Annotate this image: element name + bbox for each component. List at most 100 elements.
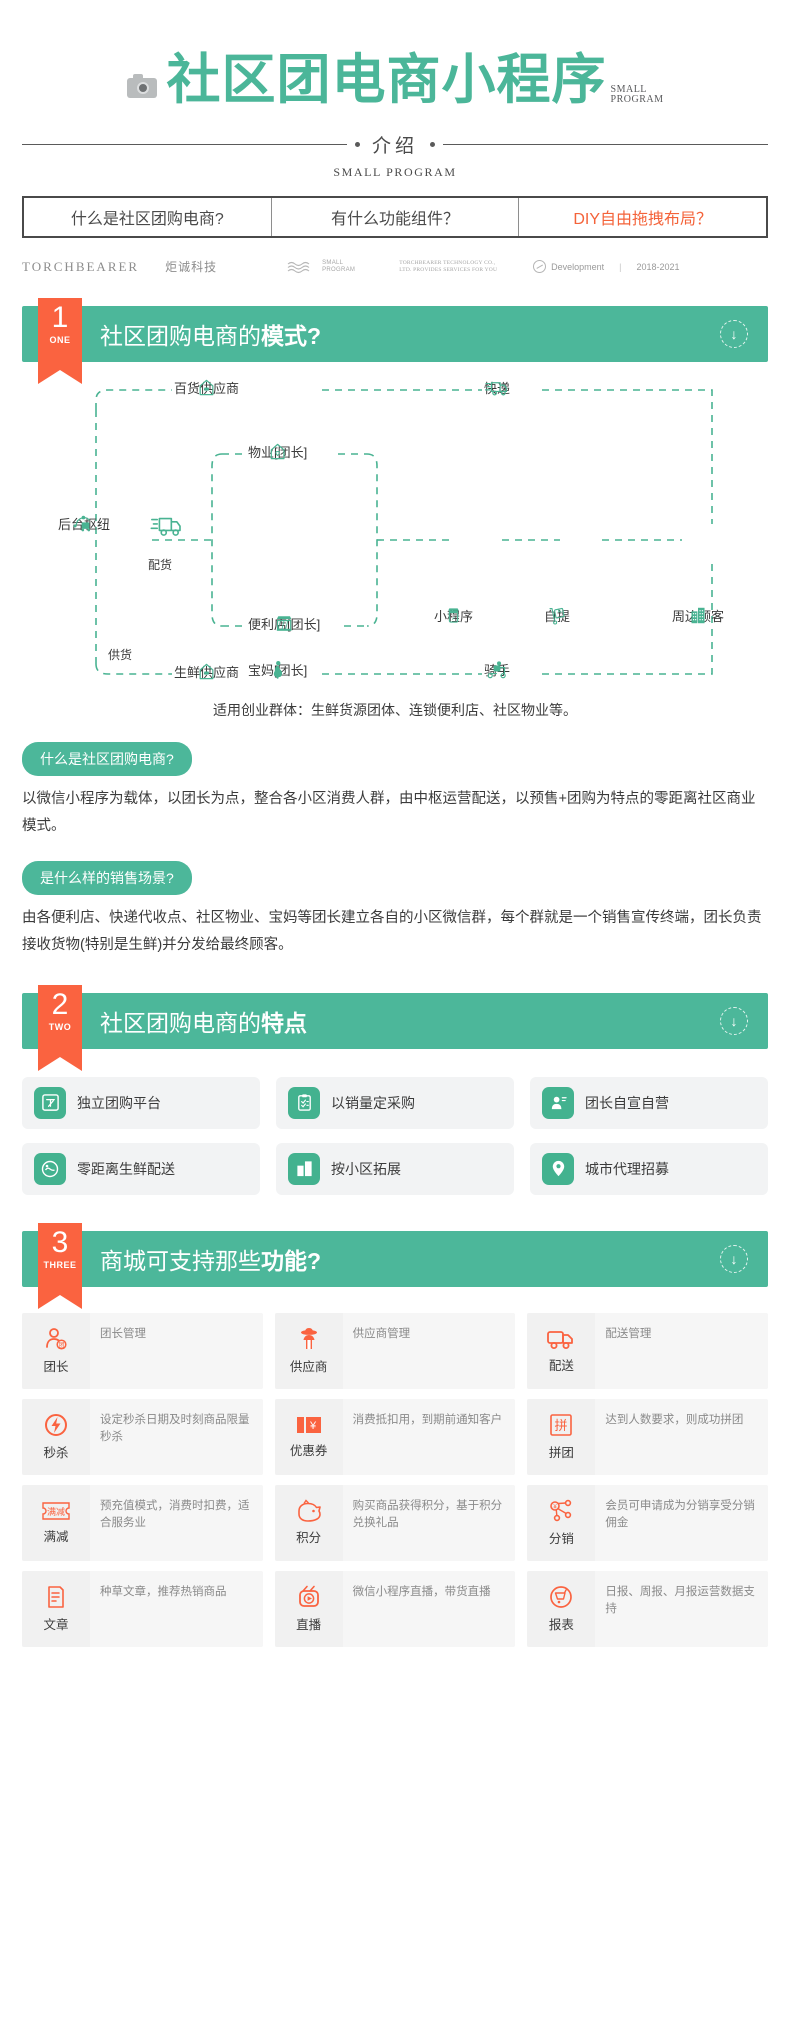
divider-dot-right	[430, 141, 436, 147]
shop-icon	[276, 615, 292, 631]
function-cell-tuanzhang[interactable]: 团 团长 团长管理	[22, 1312, 263, 1389]
section-arrow-2[interactable]: ↓	[720, 1006, 748, 1035]
function-name: 配送	[548, 1359, 574, 1374]
function-cell-delivery[interactable]: 配送 配送管理	[527, 1312, 768, 1389]
section-number-en-2: TWO	[48, 1021, 72, 1032]
feature-label: 团长自宣自营	[585, 1094, 669, 1111]
page-title: 社区团电商小程序 SMALL PROGRAM	[167, 52, 664, 109]
function-cell-points[interactable]: 积分 购买商品获得积分，基于积分兑换礼品	[274, 1484, 516, 1561]
function-icon-box: 直播	[274, 1570, 343, 1647]
flow-caption: 适用创业群体：生鲜货源团体、连锁便利店、社区物业等。	[213, 701, 577, 718]
function-desc: 设定秒杀日期及时刻商品限量秒杀	[100, 1413, 250, 1444]
function-icon-box: 报表	[527, 1570, 596, 1647]
truck-icon	[484, 381, 508, 396]
function-name: 报表	[548, 1618, 574, 1633]
feature-label: 城市代理招募	[585, 1160, 669, 1177]
question-cell-3[interactable]: DIY自由拖拽布局？	[518, 197, 766, 236]
section-arrow-1[interactable]: ↓	[720, 319, 748, 348]
compass-icon	[533, 260, 547, 274]
function-name: 供应商	[289, 1360, 328, 1375]
function-name: 直播	[296, 1618, 322, 1633]
section-header-3: 3 THREE 商城可支持那些功能? ↓	[22, 1222, 768, 1309]
function-icon-box: 供应商	[274, 1312, 343, 1389]
camera-icon	[126, 74, 157, 98]
flow-edge-label-supply: 供货	[108, 647, 133, 662]
function-desc: 消费抵扣用，到期前通知客户	[352, 1413, 503, 1426]
brandbar-separator: |	[619, 261, 622, 272]
function-cell-article[interactable]: 文章 种草文章，推荐热销商品	[22, 1570, 263, 1647]
poster-page: 社区团电商小程序 SMALL PROGRAM 介绍 SMALL PROGRAM 什么…	[0, 0, 790, 2030]
building-icon	[691, 607, 705, 623]
feature-label: 零距离生鲜配送	[77, 1160, 175, 1177]
feature-card-6[interactable]: 城市代理招募	[530, 1142, 768, 1195]
section-number-en-3: THREE	[43, 1259, 77, 1270]
function-cell-group[interactable]: 拼 拼团 达到人数要求，则成功拼团	[527, 1398, 768, 1475]
svg-text:拼: 拼	[555, 1418, 568, 1433]
function-desc: 配送管理	[605, 1327, 652, 1340]
function-cell-coupon[interactable]: ¥ 优惠券 消费抵扣用，到期前通知客户	[274, 1398, 516, 1475]
flow-node-express: 快递	[484, 378, 510, 397]
title-superscript: SMALL PROGRAM	[610, 83, 664, 105]
section-arrow-3[interactable]: ↓	[720, 1244, 748, 1273]
subtitle-english: SMALL PROGRAM	[333, 164, 457, 179]
feature-card-4[interactable]: 零距离生鲜配送	[22, 1142, 260, 1195]
feature-card-1[interactable]: 独立团购平台	[22, 1076, 260, 1129]
question-bar: 什么是社区团购电商? 有什么功能组件？ DIY自由拖拽布局？	[22, 195, 768, 238]
section-title-2: 社区团购电商的特点	[100, 1009, 307, 1036]
flow-node-selfpickup: 自提	[544, 606, 570, 625]
function-name: 分销	[548, 1532, 574, 1547]
scooter-icon	[487, 661, 506, 678]
section-divider: 介绍	[22, 131, 769, 158]
function-cell-report[interactable]: 报表 日报、周报、月报运营数据支持	[527, 1570, 768, 1647]
section-badge-3: 3 THREE	[38, 1222, 82, 1309]
cart-box-icon	[549, 607, 565, 625]
function-name: 满减	[43, 1530, 69, 1545]
function-cell-live[interactable]: 直播 微信小程序直播，带货直播	[274, 1570, 516, 1647]
feature-label: 独立团购平台	[77, 1094, 161, 1111]
brand-name-cn: 炬诚科技	[165, 260, 218, 275]
section-number-en-1: ONE	[49, 334, 71, 345]
feature-card-5[interactable]: 按小区拓展	[276, 1142, 514, 1195]
function-cell-distribution[interactable]: ¥ 分销 会员可申请成为分销享受分销佣金	[527, 1484, 768, 1561]
function-icon-box: 团 团长	[22, 1312, 90, 1389]
delivery-truck-icon	[150, 517, 181, 536]
section-badge-1: 1 ONE	[38, 297, 82, 384]
function-cell-seckill[interactable]: 秒杀 设定秒杀日期及时刻商品限量秒杀	[22, 1398, 263, 1475]
coupon-icon: ¥	[296, 1417, 321, 1434]
feature-label: 以销量定采购	[331, 1094, 415, 1111]
section-number-2: 2	[51, 987, 69, 1021]
qa-body-1: 以微信小程序为载体，以团长为点，整合各小区消费人群，由中枢运营配送，以预售+团购…	[22, 790, 756, 834]
function-name: 秒杀	[43, 1446, 69, 1461]
question-cell-1[interactable]: 什么是社区团购电商?	[24, 198, 271, 236]
function-desc: 供应商管理	[352, 1327, 411, 1340]
building-icon	[288, 1152, 320, 1185]
location-user-icon	[542, 1152, 574, 1185]
user-card-icon	[542, 1086, 574, 1119]
question-cell-2[interactable]: 有什么功能组件？	[270, 197, 519, 236]
store-icon	[199, 663, 214, 679]
flow-edge-label-distribute: 配货	[148, 557, 173, 572]
feature-card-2[interactable]: 以销量定采购	[276, 1076, 514, 1129]
feature-label: 按小区拓展	[331, 1160, 401, 1177]
function-desc: 达到人数要求，则成功拼团	[605, 1413, 744, 1426]
delivery-hand-icon	[34, 1152, 66, 1185]
wave-logo-text: SMALL PROGRAM	[322, 259, 356, 273]
qa-body-2: 由各便利店、快递代收点、社区物业、宝妈等团长建立各自的小区微信群，每个群就是一个…	[22, 910, 762, 954]
manjian-icon: 满减	[42, 1502, 70, 1521]
house-icon	[199, 379, 214, 395]
function-cell-supplier[interactable]: 供应商 供应商管理	[274, 1312, 516, 1389]
function-icon-box: 配送	[527, 1312, 596, 1389]
clipboard-check-icon	[288, 1086, 320, 1119]
feature-grid: 独立团购平台 以销量定采购 团长自宣自营 零距离生鲜配送 按小区拓展 城市代理招…	[22, 1076, 768, 1195]
wave-icon	[287, 261, 310, 273]
svg-text:团: 团	[58, 1342, 64, 1349]
feature-card-3[interactable]: 团长自宣自营	[530, 1076, 768, 1129]
section-header-2: 2 TWO 社区团购电商的特点 ↓	[22, 984, 768, 1071]
function-cell-manjian[interactable]: 满减 满减 预充值模式，消费时扣费，适合服务业	[22, 1484, 263, 1561]
brand-name-en: TORCHBEARER	[22, 258, 140, 274]
divider-line-right	[443, 143, 769, 145]
svg-text:¥: ¥	[309, 1420, 317, 1432]
flow-node-dept-supplier: 百货供应商	[174, 378, 239, 397]
development-text: Development	[551, 261, 605, 272]
function-desc: 团长管理	[100, 1327, 146, 1340]
